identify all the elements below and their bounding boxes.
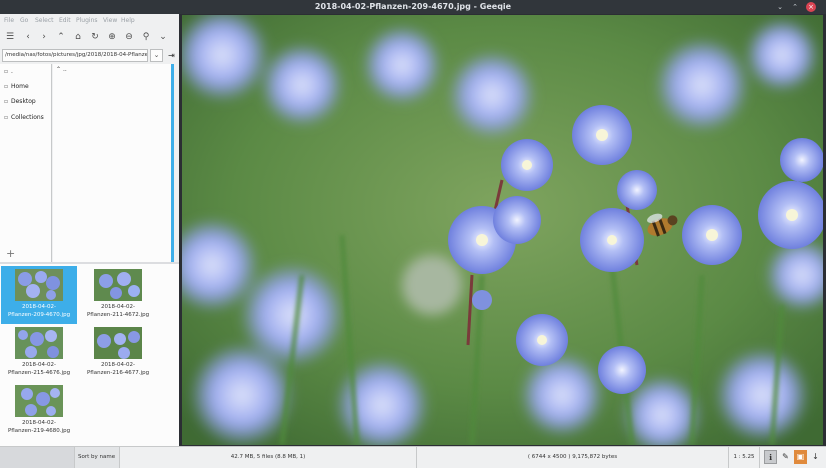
info-icon[interactable]: ℹ [764,450,777,464]
color-picker-icon[interactable]: ✎ [779,450,792,464]
path-input[interactable]: /media/nas/fotos/pictures/jpg/2018/2018-… [2,49,148,62]
thumbnail-item[interactable]: 2018-04-02- Pflanzen-219-4680.jpg [1,382,77,440]
thumbnail-image [94,327,142,359]
status-progress [0,447,75,468]
title-bar: 2018-04-02-Pflanzen-209-4670.jpg - Geeqi… [0,0,826,14]
bookmark-item-home[interactable]: ▫ Home [4,83,29,93]
thumbnail-item[interactable]: 2018-04-02- Pflanzen-215-4676.jpg [1,324,77,382]
zoom-level: 1 : 5.25 [729,447,760,468]
path-row: /media/nas/fotos/pictures/jpg/2018/2018-… [0,48,179,63]
thumbnail-caption: 2018-04-02- Pflanzen-215-4676.jpg [7,362,71,376]
thumbnail-image [15,385,63,417]
status-image-info: ( 6744 x 4500 ) 9,175,872 bytes [417,447,729,468]
directory-scrollbar[interactable] [171,64,174,262]
menu-go[interactable]: Go [20,17,28,24]
image-viewer[interactable] [179,14,826,446]
menu-bar: File Go Select Edit Plugins View Help [0,14,179,27]
path-dropdown-icon[interactable]: ⌄ [150,49,163,62]
forward-icon[interactable]: › [37,30,51,44]
thumbnail-caption: 2018-04-02- Pflanzen-216-4677.jpg [86,362,150,376]
thumbnail-caption: 2018-04-02- Pflanzen-219-4680.jpg [7,420,71,434]
bookmark-item-desktop[interactable]: ▫ Desktop [4,98,36,108]
thumbnail-image [15,327,63,359]
close-button[interactable]: × [806,2,816,12]
thumbnail-image [15,269,63,301]
thumbnail-grid: 2018-04-02- Pflanzen-209-4670.jpg 2018-04… [0,264,179,446]
color-profile-icon[interactable]: ▣ [794,450,807,464]
thumbnail-caption: 2018-04-02- Pflanzen-209-4670.jpg [7,304,71,318]
menu-plugins[interactable]: Plugins [76,17,98,24]
left-panel: File Go Select Edit Plugins View Help ☰ … [0,14,179,446]
zoom-fit-icon[interactable]: ⚲ [139,30,153,44]
folder-icon: ▫ [4,98,9,105]
status-bar: Sort by name 42.7 MB, 5 files (8.8 MB, 1… [0,446,826,468]
main-image [182,15,823,445]
toolbar: ☰ ‹ › ⌃ ⌂ ↻ ⊕ ⊖ ⚲ ⌄ [0,28,179,47]
menu-edit[interactable]: Edit [59,17,71,24]
menu-help[interactable]: Help [121,17,135,24]
bookmarks-panel: ▫. ▫ Home ▫ Desktop ▫ Collections + [0,64,52,262]
bookmark-item-current[interactable]: ▫. [4,68,13,78]
folder-icon: ▫ [4,114,9,121]
maximize-button[interactable]: ⌃ [790,2,800,12]
thumbnail-item[interactable]: 2018-04-02- Pflanzen-216-4677.jpg [80,324,156,382]
status-file-info: 42.7 MB, 5 files (8.8 MB, 1) [120,447,417,468]
home-icon[interactable]: ⌂ [71,30,85,44]
list-item[interactable]: ⌃ .. [56,66,67,73]
zoom-in-icon[interactable]: ⊕ [105,30,119,44]
folder-icon: ▫ [4,83,9,90]
menu-select[interactable]: Select [35,17,54,24]
add-bookmark-icon[interactable]: + [6,247,15,260]
thumbnail-caption: 2018-04-02- Pflanzen-211-4672.jpg [86,304,150,318]
sort-button[interactable]: Sort by name [75,447,120,468]
bookmark-item-collections[interactable]: ▫ Collections [4,114,44,124]
thumbnail-image [94,269,142,301]
refresh-icon[interactable]: ↻ [88,30,102,44]
sidebar-toggle-icon[interactable]: ☰ [3,30,17,44]
menu-view[interactable]: View [103,17,117,24]
path-go-icon[interactable]: ⇥ [166,49,177,62]
more-icon[interactable]: ⌄ [156,30,170,44]
folder-up-icon: ⌃ [56,66,62,73]
menu-file[interactable]: File [4,17,14,24]
back-icon[interactable]: ‹ [21,30,35,44]
zoom-out-icon[interactable]: ⊖ [122,30,136,44]
folder-icon: ▫ [4,68,9,75]
minimize-button[interactable]: ⌄ [775,2,785,12]
up-icon[interactable]: ⌃ [54,30,68,44]
download-icon[interactable]: ↓ [809,450,822,464]
window-title: 2018-04-02-Pflanzen-209-4670.jpg - Geeqi… [314,2,512,11]
thumbnail-item[interactable]: 2018-04-02- Pflanzen-209-4670.jpg [1,266,77,324]
directory-list: ⌃ .. [53,64,171,262]
thumbnail-item[interactable]: 2018-04-02- Pflanzen-211-4672.jpg [80,266,156,324]
